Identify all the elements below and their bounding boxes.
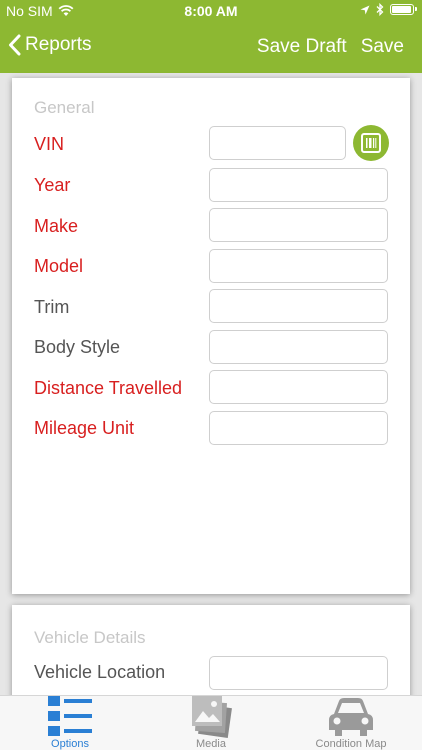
year-field[interactable] [209,168,388,202]
vin-field[interactable] [209,126,346,160]
bluetooth-icon [376,3,384,16]
tab-media[interactable]: Media [170,696,252,750]
year-label: Year [34,175,71,195]
make-field[interactable] [209,208,388,242]
mileage-unit-label: Mileage Unit [34,418,135,438]
body-style-label: Body Style [34,337,121,357]
tab-bar: Options Media Condition Map [0,695,422,750]
nav-actions: Save Draft Save [257,36,404,58]
navigation-bar: Reports Save Draft Save [0,22,422,73]
back-button-label: Reports [25,34,92,55]
general-section-card: General VIN Year Make Model Trim Body St… [12,78,410,594]
model-field[interactable] [209,249,388,283]
car-icon [329,698,373,736]
save-draft-button[interactable]: Save Draft [257,36,347,58]
options-list-icon [48,696,92,736]
general-section-title: General [34,98,95,117]
battery-level-fill [392,6,411,13]
status-bar: No SIM 8:00 AM [0,0,422,22]
status-right [360,3,417,16]
mileage-unit-field[interactable] [209,411,388,445]
save-button[interactable]: Save [361,36,404,58]
tab-condition-map[interactable]: Condition Map [306,696,396,750]
trim-label: Trim [34,297,70,317]
status-time: 8:00 AM [184,3,238,19]
body-style-field[interactable] [209,330,388,364]
photo-stack-icon [192,696,232,738]
tab-condition-map-label: Condition Map [315,738,387,750]
tab-options-label: Options [51,738,89,750]
trim-field[interactable] [209,289,388,323]
barcode-icon [361,133,381,153]
make-label: Make [34,216,79,236]
tab-options[interactable]: Options [29,696,111,750]
location-arrow-icon [360,5,370,14]
vehicle-location-field[interactable] [209,656,388,690]
chevron-left-icon [9,34,21,56]
back-button[interactable]: Reports [8,34,92,56]
vin-label: VIN [34,134,65,154]
barcode-scan-button[interactable] [353,125,389,161]
model-label: Model [34,256,84,276]
distance-travelled-field[interactable] [209,370,388,404]
tab-media-label: Media [196,738,226,750]
vehicle-location-label: Vehicle Location [34,662,166,682]
battery-icon [390,4,417,15]
distance-travelled-label: Distance Travelled [34,378,183,398]
vehicle-details-section-title: Vehicle Details [34,628,146,647]
